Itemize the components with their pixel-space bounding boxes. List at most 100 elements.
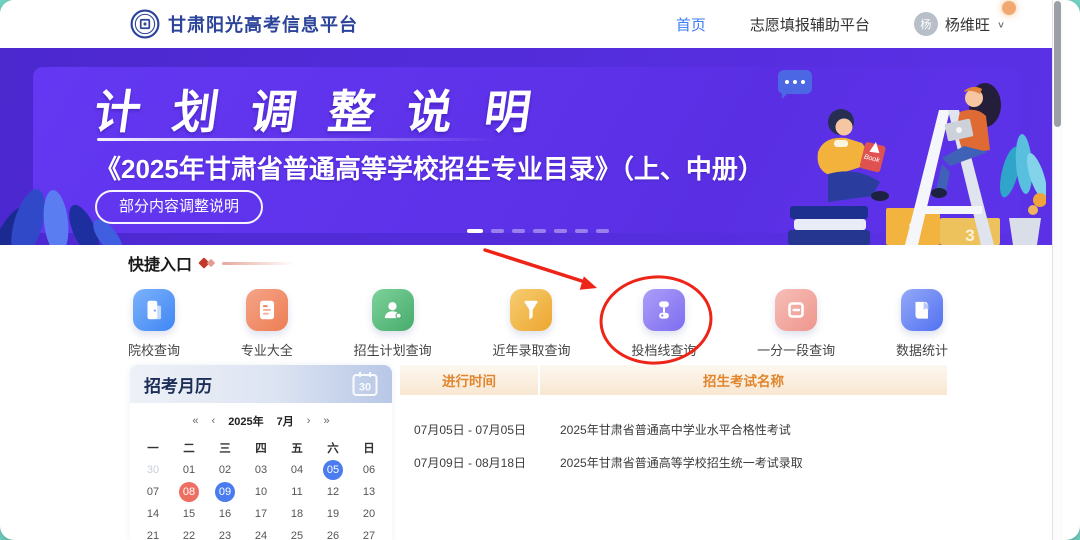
calendar-day[interactable]: 02 [207,459,243,481]
quick-entry-label: 一分一段查询 [757,340,835,359]
quick-entry-item[interactable]: 数据统计 [896,289,948,359]
site-title: 甘肃阳光高考信息平台 [168,11,358,37]
carousel-dot[interactable] [596,229,609,233]
quick-entry-item-highlighted[interactable]: 投档线查询 [631,289,696,359]
calendar-day[interactable]: 11 [279,481,315,503]
nav-assist-platform[interactable]: 志愿填报辅助平台 [750,14,870,35]
calendar-day[interactable]: 24 [243,525,279,540]
carousel-dot[interactable] [554,229,567,233]
quick-entry-label: 数据统计 [896,340,948,359]
calendar-day[interactable]: 21 [135,525,171,540]
schedule-header: 进行时间 招生考试名称 [400,365,947,395]
calendar-icon-label: 30 [359,382,371,394]
banner-subtitle: 《2025年甘肃省普通高等学校招生专业目录》（上、中册） [95,149,764,186]
document-icon [246,289,288,331]
quick-entry-item[interactable]: 招生计划查询 [354,289,432,359]
calendar-day[interactable]: 14 [135,503,171,525]
logo-seal-icon [130,9,160,39]
calendar-day[interactable]: 12 [315,481,351,503]
calendar-day[interactable]: 22 [171,525,207,540]
quick-entry-item[interactable]: 一分一段查询 [757,289,835,359]
calendar-day[interactable]: 10 [243,481,279,503]
calendar-year-select[interactable]: 2025年 [228,413,263,429]
site-logo[interactable]: 甘肃阳光高考信息平台 [130,9,358,39]
carousel-dot[interactable] [512,229,525,233]
calendar-weekday: 日 [351,437,387,459]
calendar-day[interactable]: 26 [315,525,351,540]
calendar-day[interactable]: 19 [315,503,351,525]
calendar-weekdays: 一二三四五六日 [130,437,392,459]
quick-entry-item[interactable]: 近年录取查询 [492,289,570,359]
calendar-month-select[interactable]: 7月 [277,413,294,429]
chevron-down-icon: ∨ [997,19,1005,29]
schedule-exam-name: 2025年甘肃省普通高等学校招生统一考试录取 [540,454,947,471]
quick-entry-label: 投档线查询 [631,340,696,359]
calendar-weekday: 四 [243,437,279,459]
quick-entry-item[interactable]: 院校查询 [128,289,180,359]
quick-entry-item[interactable]: 专业大全 [241,289,293,359]
banner-detail-button[interactable]: 部分内容调整说明 [95,190,263,224]
calendar-weekday: 六 [315,437,351,459]
carousel-dot[interactable] [533,229,546,233]
calendar-day[interactable]: 16 [207,503,243,525]
calendar-weekday: 五 [279,437,315,459]
schedule-row: 07月05日 - 07月05日2025年甘肃省普通高中学业水平合格性考试 [400,413,947,446]
flowchart-icon [643,289,685,331]
quick-entry-header: 快捷入口 [128,251,948,275]
banner-title: 计划调整说明 [90,76,567,142]
calendar-day[interactable]: 08 [171,481,207,503]
stats-icon [901,289,943,331]
line-decoration [222,262,294,265]
carousel-dot[interactable] [491,229,504,233]
calendar-day[interactable]: 07 [135,481,171,503]
calendar-day[interactable]: 25 [279,525,315,540]
quick-entry-label: 近年录取查询 [492,340,570,359]
calendar-day[interactable]: 15 [171,503,207,525]
top-nav: 首页 志愿填报辅助平台 杨 杨维旺 ∨ [676,12,1005,36]
schedule-time: 07月09日 - 08月18日 [400,454,540,471]
user-menu[interactable]: 杨 杨维旺 ∨ [914,12,1005,36]
schedule-panel: 进行时间 招生考试名称 07月05日 - 07月05日2025年甘肃省普通高中学… [400,365,947,540]
quick-entry-label: 招生计划查询 [354,340,432,359]
calendar-day[interactable]: 01 [171,459,207,481]
calendar-weekday: 一 [135,437,171,459]
calendar-day[interactable]: 06 [351,459,387,481]
calendar-panel: 招考月历 30 « ‹ 2025年 7月 › » 一二三四五六日 3001020… [130,365,392,540]
next-year-button[interactable]: » [323,415,329,427]
carousel-dot[interactable] [467,229,483,233]
calendar-day[interactable]: 17 [243,503,279,525]
calendar-day[interactable]: 30 [135,459,171,481]
prev-month-button[interactable]: ‹ [212,415,216,427]
pedestal-number: 3 [965,226,974,245]
calendar-day[interactable]: 23 [207,525,243,540]
segment-icon [775,289,817,331]
calendar-weekday: 二 [171,437,207,459]
quick-entry-label: 专业大全 [241,340,293,359]
calendar-day[interactable]: 09 [207,481,243,503]
funnel-icon [510,289,552,331]
schedule-col-time: 进行时间 [400,365,540,395]
calendar-icon: 30 [352,371,378,397]
scrollbar-thumb[interactable] [1054,1,1061,127]
calendar-day[interactable]: 05 [315,459,351,481]
next-month-button[interactable]: › [307,415,311,427]
calendar-day[interactable]: 18 [279,503,315,525]
calendar-day[interactable]: 20 [351,503,387,525]
calendar-nav: « ‹ 2025年 7月 › » [130,413,392,429]
scrollbar[interactable] [1052,0,1063,540]
prev-year-button[interactable]: « [192,415,198,427]
schedule-time: 07月05日 - 07月05日 [400,421,540,438]
quick-entry-items: 院校查询专业大全 招生计划查询 近年录取查询 投档线查询 一分一段查询 数据统计 [128,289,948,359]
diamond-decoration-icon [207,259,215,267]
hero-banner[interactable]: 2 3 Book [0,48,1053,245]
calendar-day[interactable]: 27 [351,525,387,540]
quick-entry-section: 快捷入口 院校查询专业大全 招生计划查询 近年录取查询 投档线查询 一分一段查询 数据统计 [128,251,948,359]
schedule-exam-name: 2025年甘肃省普通高中学业水平合格性考试 [540,421,947,438]
user-name: 杨维旺 [945,14,990,35]
calendar-day[interactable]: 13 [351,481,387,503]
carousel-dot[interactable] [575,229,588,233]
carousel-dots [467,229,609,233]
nav-home[interactable]: 首页 [676,14,706,35]
calendar-day[interactable]: 04 [279,459,315,481]
calendar-day[interactable]: 03 [243,459,279,481]
